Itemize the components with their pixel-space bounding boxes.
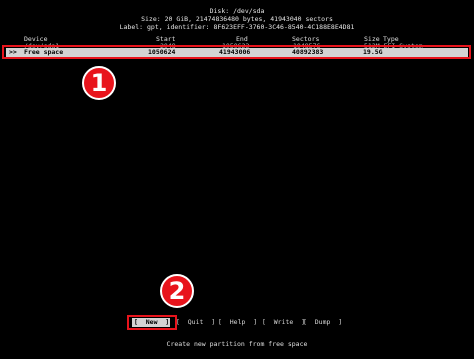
disk-size-line: Size: 20 GiB, 21474836480 bytes, 4194304… [141,15,333,23]
dump-button[interactable]: [ Dump ] [303,319,342,326]
status-hint: Create new partition from free space [166,340,308,348]
new-button-highlight-box [127,315,177,330]
free-space-highlight-box [2,45,471,59]
quit-button[interactable]: [ Quit ] [176,319,215,326]
disk-title: Disk: /dev/sda [209,7,265,15]
callout-badge-2: 2 [160,274,194,308]
help-button[interactable]: [ Help ] [218,319,257,326]
callout-badge-1: 1 [82,66,116,100]
write-button[interactable]: [ Write ] [262,319,305,326]
disk-label-line: Label: gpt, identifier: 8F623EFF-3760-3C… [119,23,355,31]
